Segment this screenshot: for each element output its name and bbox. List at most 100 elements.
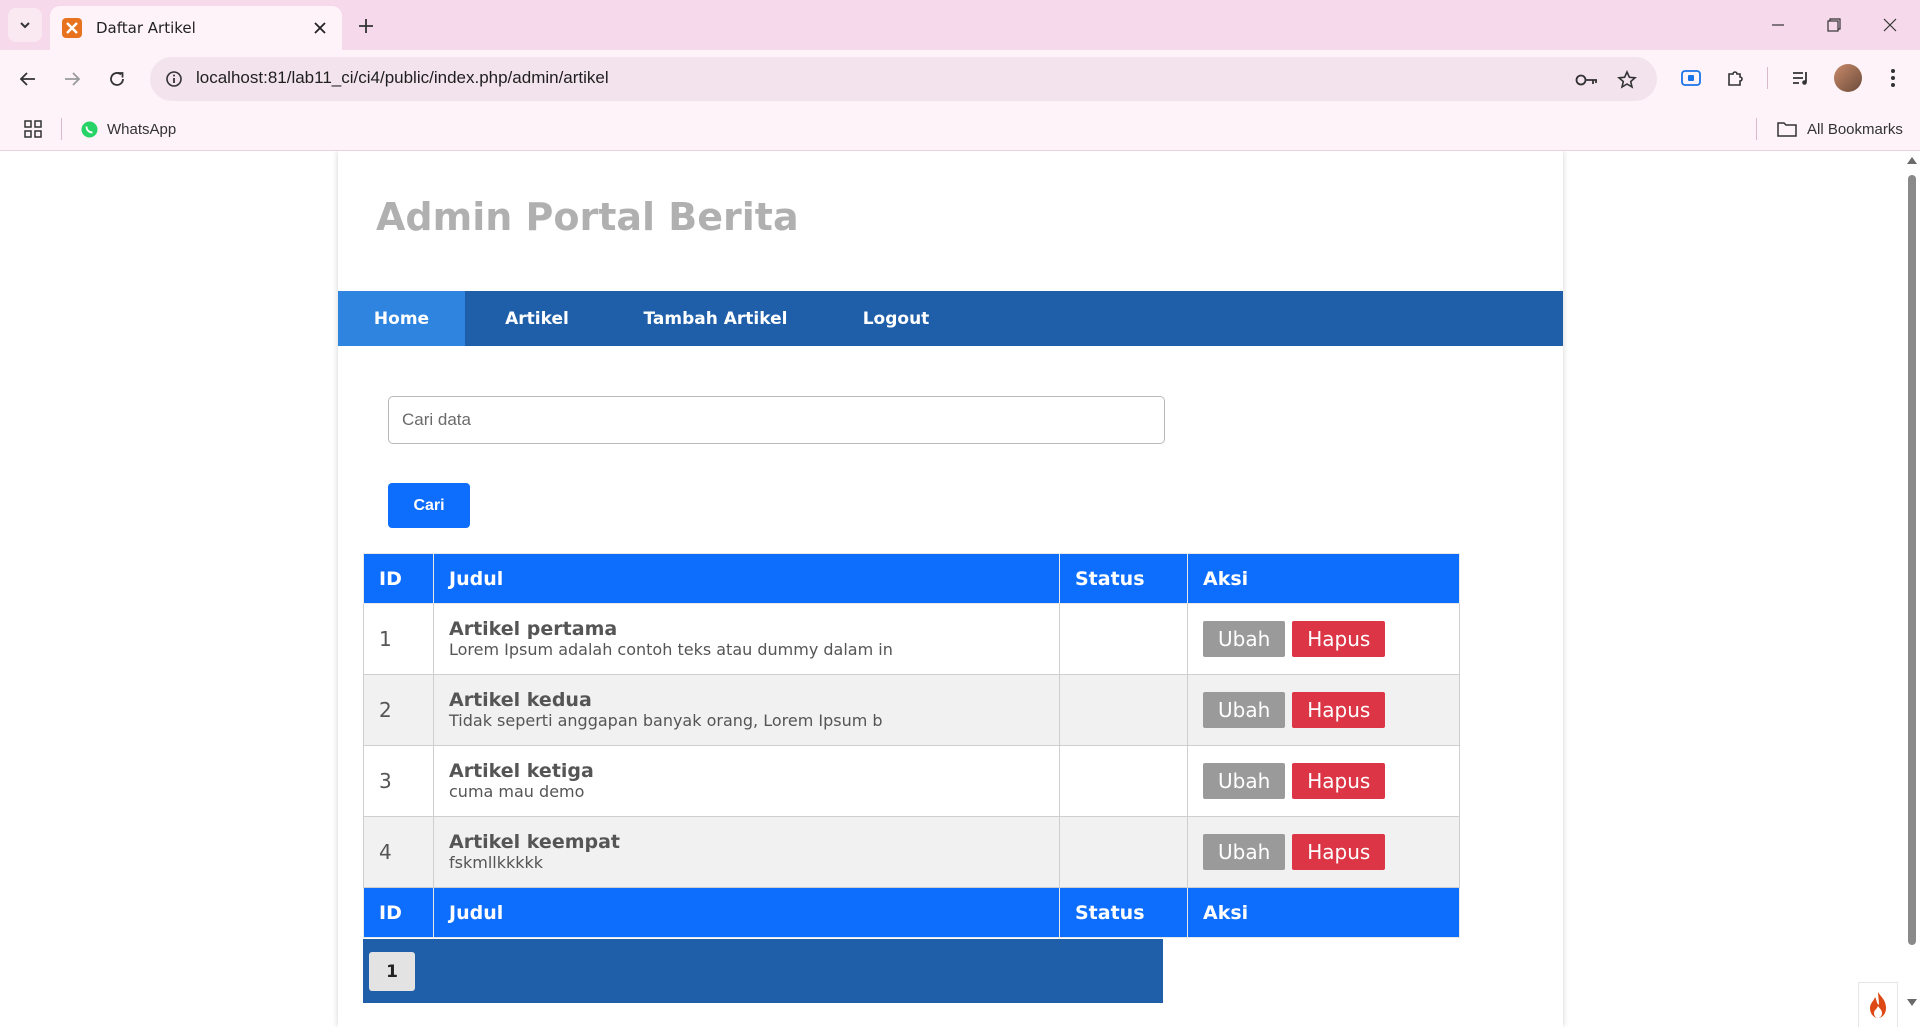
site-info-icon[interactable] [162,67,186,91]
close-window-icon[interactable] [1870,10,1910,40]
back-arrow-icon[interactable] [11,62,45,96]
codeigniter-toolbar-flame-icon[interactable] [1858,982,1898,1027]
apps-grid-icon[interactable] [20,116,46,142]
cell-judul: Artikel ketiga cuma mau demo [433,745,1060,817]
pagination: 1 [363,939,1163,1003]
delete-button[interactable]: Hapus [1292,763,1386,799]
forward-arrow-icon[interactable] [55,62,89,96]
nav-home[interactable]: Home [338,291,465,346]
cell-status [1059,674,1188,746]
tab-title: Daftar Artikel [96,19,196,37]
tab-active[interactable]: Daftar Artikel [50,6,342,50]
profile-avatar[interactable] [1834,64,1862,92]
cell-aksi: Ubah Hapus [1187,816,1460,888]
browser-menu-icon[interactable] [1878,63,1908,93]
col-header-id: ID [363,553,434,604]
folder-icon [1776,120,1798,138]
site-title: Admin Portal Berita [376,195,799,239]
search-button[interactable]: Cari [388,483,470,528]
url-text: localhost:81/lab11_ci/ci4/public/index.p… [196,68,609,87]
bookmark-label: WhatsApp [107,120,177,138]
new-tab-icon[interactable] [352,12,380,40]
chevron-down-icon [20,22,30,29]
page-container: Admin Portal Berita Home Artikel Tambah … [338,151,1563,1027]
nav-tambah-artikel[interactable]: Tambah Artikel [609,291,822,346]
col-header-status: Status [1059,553,1188,604]
search-input[interactable] [388,396,1165,444]
col-footer-aksi: Aksi [1187,887,1460,938]
article-title: Artikel keempat [449,831,621,853]
media-controls-icon[interactable] [1786,63,1816,93]
scroll-up-arrow-icon[interactable] [1907,157,1917,164]
reload-icon[interactable] [100,62,134,96]
cell-status [1059,816,1188,888]
cell-aksi: Ubah Hapus [1187,745,1460,817]
bookmarks-bar: WhatsApp All Bookmarks [0,108,1920,151]
edit-button[interactable]: Ubah [1203,692,1286,728]
article-excerpt: cuma mau demo [449,782,585,801]
article-title: Artikel pertama [449,618,618,640]
table-header: ID Judul Status Aksi [363,553,1460,604]
all-bookmarks[interactable]: All Bookmarks [1776,114,1903,144]
col-footer-id: ID [363,887,434,938]
col-footer-judul: Judul [433,887,1060,938]
cell-id: 2 [363,674,434,746]
restore-icon[interactable] [1814,10,1854,40]
table-row: 1 Artikel pertama Lorem Ipsum adalah con… [363,603,1460,675]
article-title: Artikel kedua [449,689,592,711]
password-key-icon[interactable] [1574,67,1600,93]
extensions-puzzle-icon[interactable] [1721,63,1751,93]
cell-aksi: Ubah Hapus [1187,603,1460,675]
edit-button[interactable]: Ubah [1203,621,1286,657]
bookmark-whatsapp[interactable]: WhatsApp [80,114,176,144]
xampp-favicon-icon [62,18,82,38]
article-excerpt: Lorem Ipsum adalah contoh teks atau dumm… [449,640,893,659]
col-footer-status: Status [1059,887,1188,938]
col-header-judul: Judul [433,553,1060,604]
bookmarks-divider [61,118,62,140]
scroll-down-arrow-icon[interactable] [1907,999,1917,1006]
table-row: 3 Artikel ketiga cuma mau demo Ubah Hapus [363,745,1460,817]
table-row: 4 Artikel keempat fskmllkkkkk Ubah Hapus [363,816,1460,888]
article-excerpt: Tidak seperti anggapan banyak orang, Lor… [449,711,883,730]
address-bar[interactable]: localhost:81/lab11_ci/ci4/public/index.p… [150,57,1657,101]
article-title: Artikel ketiga [449,760,594,782]
table-row: 2 Artikel kedua Tidak seperti anggapan b… [363,674,1460,746]
nav-logout[interactable]: Logout [822,291,970,346]
edit-button[interactable]: Ubah [1203,763,1286,799]
browser-toolbar: localhost:81/lab11_ci/ci4/public/index.p… [0,50,1920,108]
delete-button[interactable]: Hapus [1292,692,1386,728]
bookmarks-divider-right [1756,118,1757,140]
articles-table: ID Judul Status Aksi 1 Artikel pertama L… [363,553,1460,938]
cell-id: 1 [363,603,434,675]
whatsapp-icon [80,120,98,138]
cell-id: 4 [363,816,434,888]
close-tab-icon[interactable] [310,18,330,38]
col-header-aksi: Aksi [1187,553,1460,604]
page-viewport: Admin Portal Berita Home Artikel Tambah … [0,151,1920,1027]
tab-search-button[interactable] [8,8,42,42]
minimize-icon[interactable] [1758,10,1798,40]
page-button-1[interactable]: 1 [369,952,415,991]
tab-strip: Daftar Artikel [0,0,1920,50]
delete-button[interactable]: Hapus [1292,834,1386,870]
edit-button[interactable]: Ubah [1203,834,1286,870]
main-nav: Home Artikel Tambah Artikel Logout [338,291,1563,346]
bookmark-star-icon[interactable] [1614,67,1640,93]
scrollbar-thumb[interactable] [1908,175,1916,945]
all-bookmarks-label: All Bookmarks [1807,120,1903,138]
cell-status [1059,745,1188,817]
nav-artikel[interactable]: Artikel [465,291,609,346]
table-footer: ID Judul Status Aksi [363,887,1460,938]
cell-judul: Artikel pertama Lorem Ipsum adalah conto… [433,603,1060,675]
browser-chrome: Daftar Artikel localhost:81/lab11_ci/ci4… [0,0,1920,151]
cell-judul: Artikel kedua Tidak seperti anggapan ban… [433,674,1060,746]
article-excerpt: fskmllkkkkk [449,853,544,872]
cell-id: 3 [363,745,434,817]
delete-button[interactable]: Hapus [1292,621,1386,657]
screen-capture-icon[interactable] [1676,63,1706,93]
cell-judul: Artikel keempat fskmllkkkkk [433,816,1060,888]
page-scrollbar[interactable] [1904,151,1920,1027]
toolbar-divider [1767,67,1768,89]
cell-aksi: Ubah Hapus [1187,674,1460,746]
